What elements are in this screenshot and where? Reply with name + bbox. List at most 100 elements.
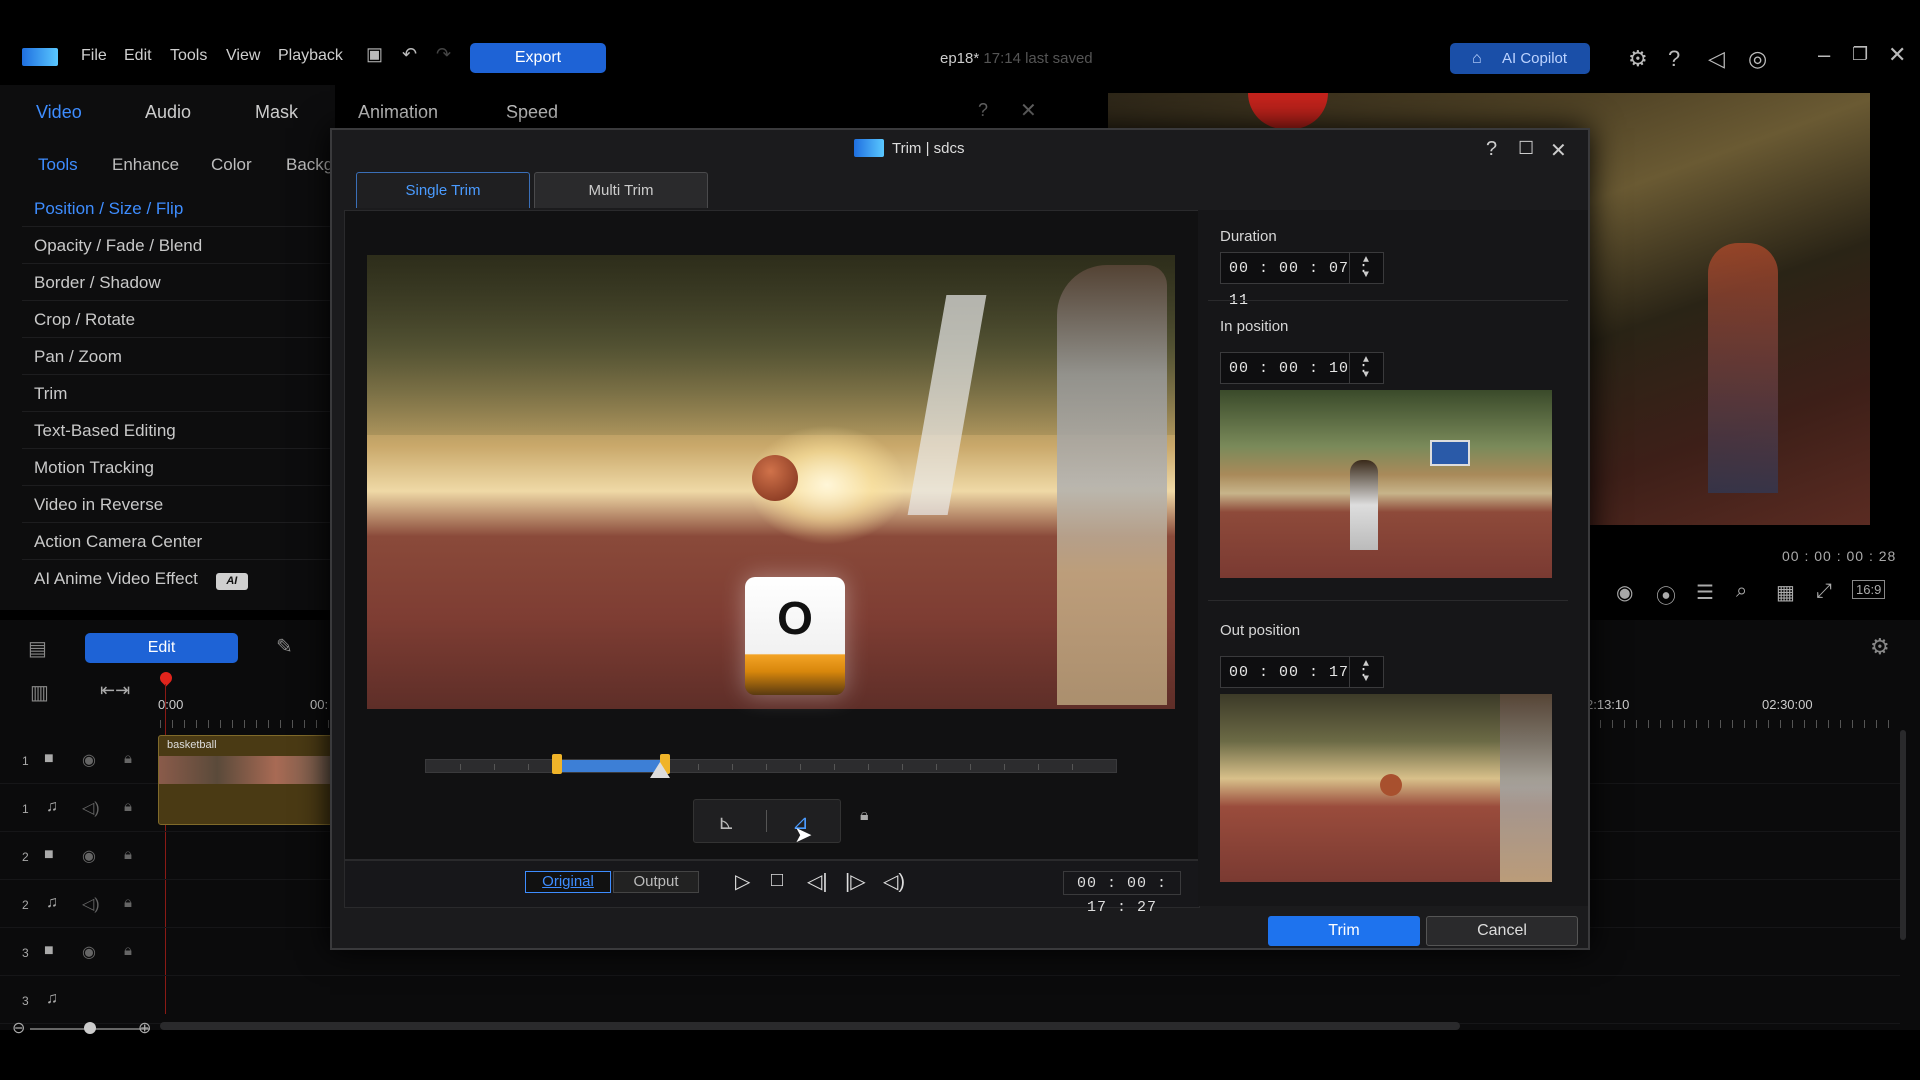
- timeline-view-icon[interactable]: ▤: [28, 636, 47, 661]
- tool-trim[interactable]: Trim: [22, 376, 332, 412]
- subtitle-icon[interactable]: ☰: [1696, 580, 1714, 605]
- close-window-icon[interactable]: ✕: [1888, 42, 1906, 68]
- redo-icon[interactable]: ↷: [436, 44, 451, 65]
- ai-copilot-button[interactable]: ⌂ AI Copilot: [1450, 43, 1590, 74]
- spin-down-icon[interactable]: ▼: [1350, 672, 1383, 687]
- spin-up-icon[interactable]: ▲: [1350, 353, 1383, 368]
- tool-crop-rotate[interactable]: Crop / Rotate: [22, 302, 332, 338]
- menu-file[interactable]: File: [81, 47, 107, 65]
- fit-timeline-icon[interactable]: ⇤⇥: [100, 680, 130, 701]
- zoom-in-icon[interactable]: ⊕: [138, 1018, 151, 1038]
- eye-icon[interactable]: ◉: [82, 942, 96, 962]
- dialog-close-icon[interactable]: ✕: [1550, 138, 1567, 163]
- help-icon[interactable]: ?: [1668, 46, 1680, 72]
- menu-tools[interactable]: Tools: [170, 47, 207, 65]
- eye-icon[interactable]: ◉: [82, 846, 96, 866]
- timeline-vertical-scrollbar[interactable]: [1900, 730, 1906, 940]
- edit-button[interactable]: Edit: [85, 633, 238, 663]
- volume-icon[interactable]: ◁): [82, 798, 100, 818]
- current-timecode[interactable]: 00 : 00 : 17 : 27: [1063, 871, 1181, 916]
- lock-icon[interactable]: 🔒︎: [124, 942, 132, 959]
- lock-icon[interactable]: 🔒︎: [124, 846, 132, 863]
- play-icon[interactable]: ▷: [735, 869, 750, 894]
- spin-down-icon[interactable]: ▼: [1350, 268, 1383, 283]
- duration-stepper[interactable]: ▲ ▼: [1349, 253, 1383, 283]
- subtab-color[interactable]: Color: [211, 155, 252, 175]
- lock-icon[interactable]: 🔒︎: [124, 798, 132, 815]
- out-position-stepper[interactable]: ▲ ▼: [1349, 657, 1383, 687]
- settings-icon[interactable]: ⚙: [1628, 46, 1648, 72]
- dialog-maximize-icon[interactable]: ☐: [1518, 138, 1534, 159]
- zoom-preview-icon[interactable]: ⌕: [1736, 580, 1747, 603]
- timeline-scrollbar[interactable]: [160, 1022, 1460, 1030]
- zoom-out-icon[interactable]: ⊖: [12, 1018, 25, 1038]
- tool-video-in-reverse[interactable]: Video in Reverse: [22, 487, 332, 523]
- in-position-stepper[interactable]: ▲ ▼: [1349, 353, 1383, 383]
- tool-border-shadow[interactable]: Border / Shadow: [22, 265, 332, 301]
- lock-icon[interactable]: 🔒︎: [124, 894, 132, 911]
- output-button[interactable]: Output: [613, 871, 699, 893]
- record-icon[interactable]: ⦿: [1656, 580, 1676, 609]
- tab-multi-trim[interactable]: Multi Trim: [534, 172, 708, 208]
- dialog-title-bar[interactable]: Trim | sdcs ? ☐ ✕: [332, 130, 1588, 166]
- lock-selection-icon[interactable]: 🔒︎: [860, 807, 869, 825]
- aspect-ratio-button[interactable]: 16:9: [1852, 580, 1886, 599]
- spin-up-icon[interactable]: ▲: [1350, 253, 1383, 268]
- tool-ai-anime-video-effect[interactable]: AI Anime Video Effect AI: [22, 561, 332, 597]
- restore-icon[interactable]: ❐: [1852, 44, 1868, 65]
- zoom-slider-thumb[interactable]: [84, 1022, 96, 1034]
- dialog-help-icon[interactable]: ?: [1486, 138, 1497, 161]
- tool-position-size-flip[interactable]: Position / Size / Flip: [22, 191, 332, 227]
- panel-close-icon[interactable]: ✕: [1020, 98, 1037, 123]
- pen-icon[interactable]: ✎: [276, 634, 293, 659]
- tool-action-camera-center[interactable]: Action Camera Center: [22, 524, 332, 560]
- spin-down-icon[interactable]: ▼: [1350, 368, 1383, 383]
- lock-icon[interactable]: 🔒︎: [124, 750, 132, 767]
- spin-up-icon[interactable]: ▲: [1350, 657, 1383, 672]
- eye-icon[interactable]: ◉: [82, 750, 96, 770]
- cancel-button[interactable]: Cancel: [1426, 916, 1578, 946]
- subtab-tools[interactable]: Tools: [38, 155, 78, 175]
- track-manager-icon[interactable]: ▥: [30, 680, 49, 705]
- next-frame-icon[interactable]: |▷: [845, 869, 866, 894]
- trim-playhead[interactable]: [650, 762, 670, 778]
- volume-icon[interactable]: ◁): [883, 869, 905, 894]
- tab-animation[interactable]: Animation: [358, 102, 438, 123]
- tool-pan-zoom[interactable]: Pan / Zoom: [22, 339, 332, 375]
- trim-in-handle[interactable]: [552, 754, 562, 774]
- minimize-icon[interactable]: –: [1818, 42, 1830, 68]
- save-icon[interactable]: ▣: [366, 44, 383, 65]
- tab-speed[interactable]: Speed: [506, 102, 558, 123]
- subtab-enhance[interactable]: Enhance: [112, 155, 179, 175]
- timeline-settings-icon[interactable]: ⚙: [1870, 634, 1890, 660]
- notifications-icon[interactable]: ◁: [1708, 46, 1725, 72]
- tab-video[interactable]: Video: [36, 102, 82, 123]
- account-icon[interactable]: ◎: [1748, 46, 1767, 72]
- duration-field[interactable]: 00 : 00 : 07 : 11 ▲ ▼: [1220, 252, 1384, 309]
- original-button[interactable]: Original: [525, 871, 611, 893]
- trim-button[interactable]: Trim: [1268, 916, 1420, 946]
- tool-text-based-editing[interactable]: Text-Based Editing: [22, 413, 332, 449]
- fullscreen-icon[interactable]: ⤢: [1816, 580, 1832, 603]
- tab-mask[interactable]: Mask: [255, 102, 298, 123]
- trim-slider-track[interactable]: [425, 754, 1117, 778]
- previous-frame-icon[interactable]: ◁|: [807, 869, 828, 894]
- menu-view[interactable]: View: [226, 47, 260, 65]
- stop-icon[interactable]: □: [771, 869, 783, 892]
- snapshot-icon[interactable]: ◉: [1616, 580, 1633, 605]
- export-button[interactable]: Export: [470, 43, 606, 73]
- menu-edit[interactable]: Edit: [124, 47, 152, 65]
- tab-audio[interactable]: Audio: [145, 102, 191, 123]
- tool-opacity-fade-blend[interactable]: Opacity / Fade / Blend: [22, 228, 332, 264]
- out-position-field[interactable]: 00 : 00 : 17 : 27 ▲▼: [1220, 656, 1384, 713]
- undo-icon[interactable]: ↶: [402, 44, 417, 65]
- grid-icon[interactable]: ▦: [1776, 580, 1795, 605]
- menu-playback[interactable]: Playback: [278, 47, 343, 65]
- in-position-field[interactable]: 00 : 00 : 10 : 16 ▲▼: [1220, 352, 1384, 409]
- timeline-clip[interactable]: basketball: [158, 735, 333, 825]
- subtab-background[interactable]: Backg: [286, 155, 333, 175]
- mark-in-icon[interactable]: ⊾: [718, 810, 735, 835]
- panel-help-icon[interactable]: ?: [978, 100, 988, 121]
- volume-icon[interactable]: ◁): [82, 894, 100, 914]
- tab-single-trim[interactable]: Single Trim: [356, 172, 530, 208]
